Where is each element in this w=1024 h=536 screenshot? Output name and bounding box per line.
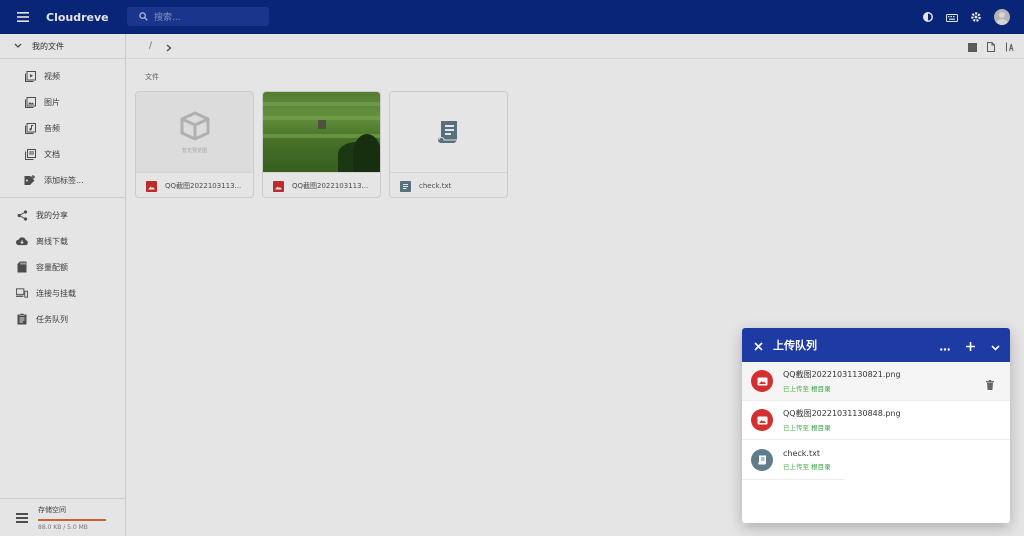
upload-status: 已上传至 根目录: [783, 461, 831, 471]
upload-status: 已上传至 根目录: [783, 422, 901, 432]
upload-target-dir[interactable]: 根目录: [811, 385, 831, 393]
dialog-header: 上传队列: [742, 328, 1010, 362]
upload-status-text: 已上传至: [783, 424, 809, 432]
upload-file-name: check.txt: [783, 448, 820, 458]
upload-file-name: QQ截图20221031130848.png: [783, 409, 901, 418]
image-file-icon: [751, 370, 773, 392]
text-file-icon: [751, 448, 773, 471]
upload-status: 已上传至 根目录: [783, 383, 901, 393]
upload-item[interactable]: QQ截图20221031130848.png 已上传至 根目录: [742, 401, 1010, 440]
dialog-title: 上传队列: [773, 339, 817, 352]
upload-target-dir[interactable]: 根目录: [811, 463, 831, 471]
more-button[interactable]: [940, 336, 950, 355]
chevron-down-icon: [991, 344, 1000, 351]
close-button[interactable]: [754, 336, 763, 355]
upload-item[interactable]: check.txt 已上传至 根目录: [742, 440, 1010, 480]
add-upload-button[interactable]: [966, 336, 975, 355]
collapse-button[interactable]: [991, 336, 1000, 355]
upload-queue-dialog: 上传队列 QQ截图20221031130821.png 已上传至 根目录 QQ截…: [742, 328, 1010, 523]
image-file-icon: [751, 409, 773, 431]
trash-icon: [986, 380, 994, 390]
delete-button[interactable]: [986, 375, 994, 394]
upload-item[interactable]: QQ截图20221031130821.png 已上传至 根目录: [742, 362, 1010, 401]
upload-status-text: 已上传至: [783, 385, 809, 393]
more-horiz-icon: [940, 347, 950, 351]
close-icon: [754, 341, 763, 351]
upload-file-name: QQ截图20221031130821.png: [783, 370, 901, 379]
upload-status-text: 已上传至: [783, 462, 809, 471]
upload-target-dir[interactable]: 根目录: [811, 424, 831, 432]
plus-icon: [966, 341, 975, 351]
